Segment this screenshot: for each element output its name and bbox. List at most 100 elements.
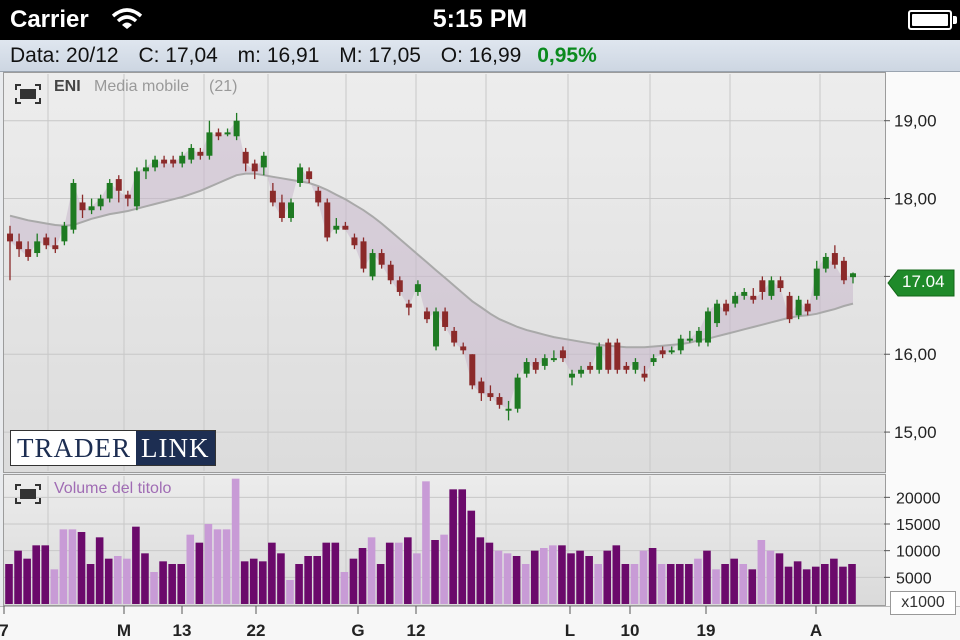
logo-part-link: LINK: [136, 431, 216, 465]
candle-body: [813, 268, 820, 296]
volume-bar: [249, 558, 258, 604]
date-tick-label: A: [810, 621, 822, 640]
volume-bar: [648, 548, 657, 604]
candle-body: [523, 362, 530, 374]
volume-bar: [675, 564, 684, 604]
volume-bar: [712, 569, 720, 604]
volume-bar: [141, 553, 149, 604]
candle-body: [360, 241, 367, 269]
volume-bar: [123, 558, 131, 604]
candle-body: [541, 358, 548, 366]
volume-bar: [748, 569, 757, 604]
volume-bar: [195, 542, 204, 604]
volume-bar: [558, 545, 566, 604]
candle-body: [414, 284, 421, 292]
candle-body: [52, 245, 59, 250]
candle-body: [850, 273, 856, 278]
volume-bar: [268, 542, 276, 604]
logo-part-trader: TRADER: [11, 431, 136, 465]
volume-bar: [5, 564, 13, 604]
volume-bar: [295, 564, 303, 604]
volume-bar: [385, 542, 394, 604]
volume-bar: [703, 550, 711, 604]
candle-body: [188, 147, 195, 160]
volume-bar: [413, 553, 421, 604]
volume-bar: [784, 566, 793, 604]
candle-body: [152, 159, 159, 168]
volume-bar: [222, 529, 231, 604]
volume-bar: [213, 529, 222, 604]
candle-body: [831, 253, 838, 265]
candle-body: [142, 167, 149, 172]
fullscreen-icon[interactable]: [15, 84, 41, 104]
volume-bar: [594, 564, 602, 604]
volume-bar: [567, 553, 575, 604]
candle-body: [260, 155, 267, 168]
volume-bar: [721, 564, 729, 604]
volume-fullscreen-icon[interactable]: [15, 484, 41, 504]
volume-bar: [449, 489, 457, 604]
candle-body: [433, 311, 440, 347]
candle-body: [614, 342, 621, 370]
candle-body: [179, 155, 186, 164]
volume-bar: [476, 537, 485, 604]
volume-bar: [630, 564, 639, 604]
volume-bar: [331, 542, 340, 604]
volume-bar: [431, 540, 439, 604]
candle-body: [34, 241, 41, 254]
candle-body: [496, 397, 503, 405]
candle-body: [306, 171, 313, 180]
chart-canvas: 19,0018,0017,0016,0015,00200001500010000…: [0, 74, 941, 640]
volume-bar: [530, 550, 539, 604]
volume-bar: [14, 550, 22, 604]
candle-body: [469, 354, 476, 386]
volume-bar: [512, 556, 521, 604]
candle-body: [342, 225, 349, 230]
volume-bar: [811, 566, 820, 604]
volume-bar: [666, 564, 675, 604]
candle-body: [596, 346, 603, 370]
moving-average-band: [10, 120, 853, 409]
price-tick-label: 19,00: [894, 112, 937, 131]
volume-bar: [657, 564, 666, 604]
price-tick-label: 16,00: [894, 345, 937, 364]
date-tick-label: 19: [697, 621, 716, 640]
candle-body: [786, 295, 793, 320]
volume-bar: [168, 564, 176, 604]
volume-bar: [793, 561, 802, 604]
indicator-label: Media mobile: [94, 78, 190, 95]
candle-body: [487, 393, 494, 398]
volume-bar: [77, 532, 86, 604]
volume-bar: [549, 545, 557, 604]
candle-body: [478, 381, 485, 394]
candle-body: [405, 303, 412, 308]
candle-body: [578, 369, 585, 374]
volume-bar: [376, 564, 385, 604]
volume-bar: [132, 526, 140, 604]
candle-body: [70, 182, 77, 230]
candle-body: [387, 264, 394, 281]
candle-body: [170, 159, 177, 164]
volume-bar: [802, 569, 811, 604]
volume-bar: [240, 561, 249, 604]
volume-bar: [177, 564, 186, 604]
volume-bar: [113, 556, 122, 604]
volume-bar: [848, 564, 856, 604]
candle-body: [659, 350, 666, 355]
volume-bar: [59, 529, 68, 604]
candle-body: [650, 358, 657, 363]
volume-bar: [86, 564, 95, 604]
volume-bar: [422, 481, 430, 604]
volume-bar: [621, 564, 630, 604]
candle-body: [704, 311, 711, 343]
volume-tick-label: 10000: [896, 544, 941, 561]
candle-body: [569, 373, 575, 378]
candle-body: [741, 291, 748, 296]
volume-bar: [639, 550, 648, 604]
candle-body: [115, 179, 122, 191]
candle-body: [79, 202, 86, 211]
volume-bar: [585, 556, 593, 604]
candle-body: [714, 303, 721, 324]
volume-bar: [694, 558, 702, 604]
date-tick-label: M: [117, 621, 131, 640]
